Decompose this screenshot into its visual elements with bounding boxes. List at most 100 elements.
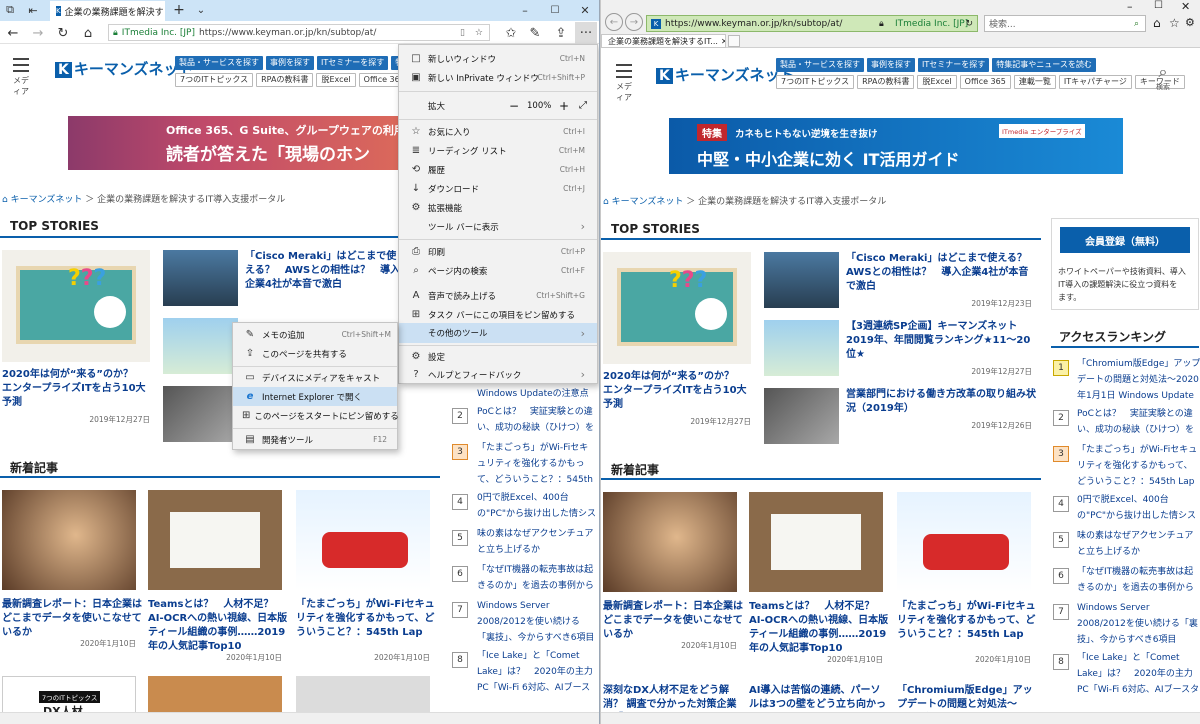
ie-url-field[interactable]: K https://www.keyman.or.jp/kn/subtop/at/…	[646, 15, 978, 32]
ranking-text[interactable]: Windows Server 2008/2012を使い続ける「裏技」、今からすべ…	[1077, 600, 1200, 648]
ad-banner[interactable]: Office 365、G Suite、グループウェアの利用実 読者が答えた「現場…	[68, 116, 408, 170]
submenu-dev-tools[interactable]: ▤ 開発者ツール F12	[233, 430, 397, 449]
ranking-text[interactable]: PoCとは？ 実証実験との違い、成功の秘訣（ひけつ）を	[1077, 406, 1200, 438]
ranking-text[interactable]: Windows Server 2008/2012を使い続ける「裏技」、今からすべ…	[477, 598, 597, 646]
nav-7topics[interactable]: 7つのITトピックス	[776, 75, 855, 89]
home-icon[interactable]: ⌂	[77, 22, 99, 44]
horizontal-scrollbar[interactable]	[601, 712, 1200, 724]
nav-excel[interactable]: 脱Excel	[917, 75, 957, 89]
site-logo[interactable]: K キーマンズネット	[55, 58, 194, 79]
news-title[interactable]: AI導入は苦悩の連続、パーソルは3つの壁をどう立ち向かったの	[749, 684, 889, 712]
nav-rpa[interactable]: RPAの教科書	[256, 73, 314, 87]
ie-close-icon[interactable]: ✕	[1181, 0, 1190, 13]
story-thumb-meraki[interactable]	[163, 250, 238, 306]
back-icon[interactable]: ←	[2, 22, 24, 44]
submenu-share[interactable]: ⇪ このページを共有する	[233, 344, 397, 363]
news-thumb-row2[interactable]	[148, 676, 282, 716]
menu-extensions[interactable]: ⚙ 拡張機能	[399, 198, 597, 217]
ie-forward-icon[interactable]: →	[625, 13, 643, 31]
minimize-icon[interactable]: –	[514, 0, 536, 20]
ranking-text[interactable]: 0円で脱Excel、400台の"PC"から抜け出した情シスの物語	[477, 490, 597, 522]
news-thumb-data[interactable]	[2, 490, 136, 590]
news-thumb-tamagotchi[interactable]	[897, 492, 1031, 592]
news-thumb-tamagotchi[interactable]	[296, 490, 430, 590]
ie-maximize-icon[interactable]: ☐	[1154, 0, 1163, 11]
nav-cases[interactable]: 事例を探す	[266, 56, 314, 70]
crumb-home[interactable]: キーマンズネット	[11, 195, 83, 205]
tab-actions-icon[interactable]: ⧉	[0, 0, 20, 20]
ie-back-icon[interactable]: ←	[605, 13, 623, 31]
member-signup-button[interactable]: 会員登録（無料）	[1060, 227, 1190, 253]
story-thumb-ranking[interactable]	[163, 318, 238, 374]
submenu-open-in-ie[interactable]: e Internet Explorer で開く	[233, 387, 397, 406]
share-icon[interactable]: ⇪	[550, 22, 572, 44]
site-menu-button[interactable]: メディア	[613, 64, 635, 103]
ie-tools-icon[interactable]: ⚙	[1185, 16, 1195, 29]
ranking-text[interactable]: 「Ice Lake」と「Comet Lake」は？ 2020年の主力PC「Wi-…	[1077, 650, 1200, 698]
ie-search-icon[interactable]: ⌕	[1134, 19, 1139, 29]
news-title[interactable]: 最新調査レポート：日本企業はどこまでデータを使いこなせているか	[603, 600, 743, 642]
zoom-in-icon[interactable]: +	[559, 99, 569, 113]
news-thumb-teams[interactable]	[749, 492, 883, 592]
news-title[interactable]: 深刻なDX人材不足をどう解消？ 調査で分かった対策企業の「DX	[603, 684, 743, 712]
forward-icon[interactable]: →	[27, 22, 49, 44]
ranking-text[interactable]: 「たまごっち」がWi-Fiセキュリティを強化するかもって、どういうこと？：545…	[1077, 442, 1200, 490]
pen-icon[interactable]: ✎	[524, 22, 546, 44]
menu-read-aloud[interactable]: A 音声で読み上げる Ctrl+Shift+G	[399, 286, 597, 305]
menu-downloads[interactable]: ↓ ダウンロード Ctrl+J	[399, 179, 597, 198]
menu-more-tools[interactable]: その他のツール ›	[399, 323, 597, 343]
new-tab-icon[interactable]: +	[168, 0, 190, 20]
submenu-add-note[interactable]: ✎ メモの追加 Ctrl+Shift+M	[233, 325, 397, 344]
site-logo[interactable]: K キーマンズネット	[656, 64, 795, 85]
favorites-icon[interactable]: ✩	[500, 22, 522, 44]
ranking-text[interactable]: 「Chromium版Edge」アップデートの問題と対処法〜2020年1月1日 W…	[1077, 356, 1200, 404]
submenu-cast[interactable]: ▭ デバイスにメディアをキャスト	[233, 368, 397, 387]
menu-favorites[interactable]: ☆ お気に入り Ctrl+I	[399, 122, 597, 141]
ranking-text[interactable]: Windows Updateの注意点	[477, 386, 597, 402]
set-aside-tabs-icon[interactable]: ⇤	[22, 0, 44, 20]
refresh-icon[interactable]: ↻	[52, 22, 74, 44]
menu-settings[interactable]: ⚙ 設定	[399, 347, 597, 366]
crumb-home[interactable]: キーマンズネット	[612, 197, 684, 207]
menu-pin-taskbar[interactable]: ⊞ タスク バーにこの項目をピン留めする	[399, 305, 597, 324]
ranking-text[interactable]: 「Ice Lake」と「Comet Lake」は？ 2020年の主力PC「Wi-…	[477, 648, 597, 696]
nav-seminars[interactable]: ITセミナーを探す	[918, 58, 990, 72]
story-thumb-meraki[interactable]	[764, 252, 839, 308]
feature-banner[interactable]: 特集 カネもヒトもない逆境を生き抜け 中堅・中小企業に効く IT活用ガイド IT…	[669, 118, 1123, 174]
menu-find[interactable]: ⌕ ページ内の検索 Ctrl+F	[399, 261, 597, 280]
nav-excel[interactable]: 脱Excel	[316, 73, 356, 87]
nav-products[interactable]: 製品・サービスを探す	[175, 56, 263, 70]
ie-refresh-icon[interactable]: ↻	[965, 19, 973, 29]
news-title[interactable]: Teamsとは？ 人材不足？ AI-OCRへの熱い視線、日本版ティール組織の事例…	[148, 598, 288, 654]
menu-new-window[interactable]: □ 新しいウィンドウ Ctrl+N	[399, 49, 597, 68]
maximize-icon[interactable]: ☐	[544, 0, 566, 20]
nav-products[interactable]: 製品・サービスを探す	[776, 58, 864, 72]
fullscreen-icon[interactable]: ⤢	[579, 100, 587, 111]
nav-office365[interactable]: Office 365	[959, 75, 1011, 89]
ie-tab-active[interactable]: 企業の業務課題を解決するIT...✕	[601, 34, 726, 48]
more-menu-icon[interactable]: ···	[575, 22, 597, 44]
story-thumb-predictions[interactable]: ???	[2, 250, 150, 362]
site-menu-button[interactable]: メディア	[10, 58, 32, 97]
tab-dropdown-icon[interactable]: ⌄	[190, 0, 212, 20]
menu-inprivate[interactable]: ▣ 新しい InPrivate ウィンドウ Ctrl+Shift+P	[399, 68, 597, 87]
ie-minimize-icon[interactable]: –	[1127, 0, 1133, 13]
nav-rpa[interactable]: RPAの教科書	[857, 75, 915, 89]
menu-reading-list[interactable]: ≣ リーディング リスト Ctrl+M	[399, 141, 597, 160]
edge-url-field[interactable]: 🔒︎ ITmedia Inc. [JP] https://www.keyman.…	[108, 24, 490, 41]
news-title[interactable]: 最新調査レポート：日本企業はどこまでデータを使いこなせているか	[2, 598, 142, 640]
menu-show-in-toolbar[interactable]: ツール バーに表示 ›	[399, 217, 597, 236]
story-thumb-predictions[interactable]: ???	[603, 252, 751, 364]
news-title[interactable]: 「たまごっち」がWi-Fiセキュリティを強化するかもって、どういうこと？：545…	[296, 598, 436, 640]
news-title[interactable]: 「Chromium版Edge」アップデートの問題と対処法〜2020年	[897, 684, 1037, 712]
submenu-pin-start[interactable]: ⊞ このページをスタートにピン留めする	[233, 406, 399, 425]
pickup-card[interactable]: 7つのITトピックス DX人材	[2, 676, 136, 716]
nav-seminars[interactable]: ITセミナーを探す	[317, 56, 389, 70]
ranking-text[interactable]: 味の素はなぜアクセンチュアと立ち上げるか	[477, 526, 597, 558]
story-thumb-sales[interactable]	[764, 388, 839, 444]
nav-features[interactable]: 特集記事やニュースを読む	[992, 58, 1096, 72]
ranking-text[interactable]: 「たまごっち」がWi-Fiセキュリティを強化するかもって、どういうこと？：545…	[477, 440, 597, 488]
ranking-text[interactable]: 味の素はなぜアクセンチュアと立ち上げるか	[1077, 528, 1200, 560]
story-title[interactable]: 「Cisco Meraki」はどこまで使える？ AWSとの相性は？ 導入企業4社…	[245, 250, 405, 295]
ranking-text[interactable]: 「なぜIT機器の転売事故は起きるのか」を過去の事例から探る	[1077, 564, 1200, 596]
